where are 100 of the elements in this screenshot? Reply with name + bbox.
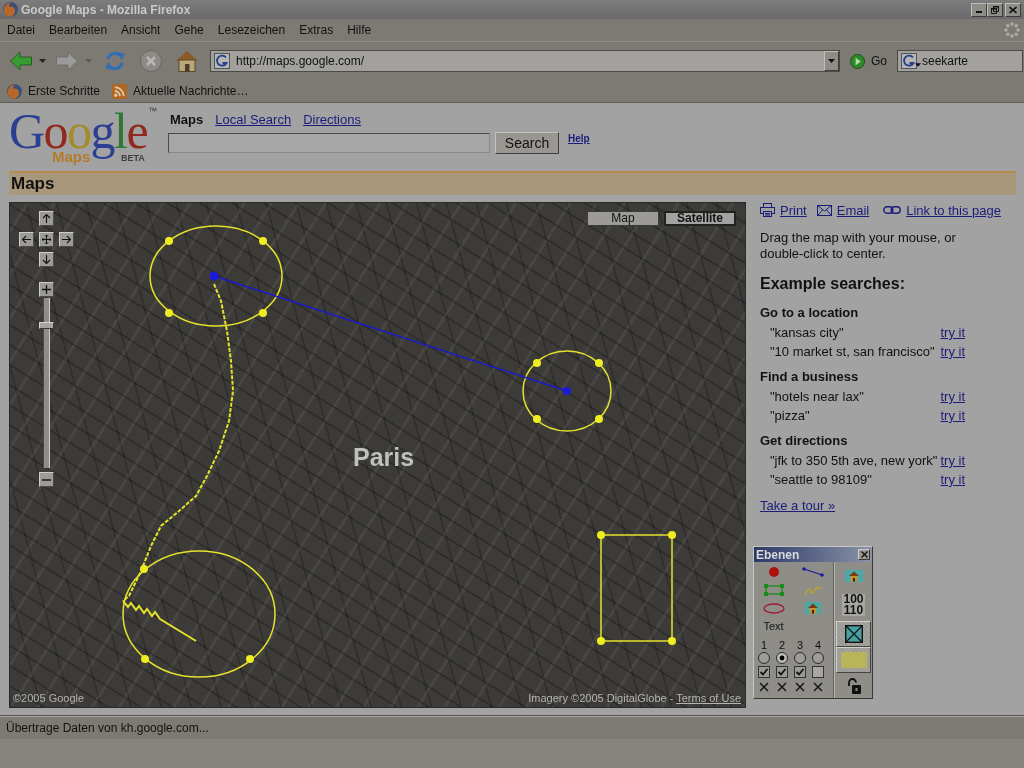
palette-close-button[interactable] [858,549,870,560]
bookmark-link[interactable]: Erste Schritte [28,84,101,98]
delete-icon[interactable] [795,682,805,692]
zoom-slider-thumb[interactable] [39,322,54,330]
menu-item[interactable]: Lesezeichen [210,23,293,37]
zoom-out-button[interactable] [39,472,54,487]
pan-left-button[interactable] [19,232,34,247]
globe-icon [3,2,18,17]
menu-item[interactable]: Datei [0,23,42,37]
try-it-link[interactable]: try it [940,451,966,470]
pan-right-button[interactable] [59,232,74,247]
example-group-title: Get directions [760,432,849,450]
bookmark-link[interactable]: Aktuelle Nachrichte… [133,84,249,98]
window-title: Google Maps - Mozilla Firefox [21,2,191,17]
example-query: "pizza" [769,407,811,425]
route-line[interactable] [122,283,234,602]
help-link[interactable]: Help [568,133,590,144]
close-icon [1009,5,1017,14]
crossbox-button[interactable] [836,621,871,647]
recenter-button[interactable] [39,232,54,247]
tour-link[interactable]: Take a tour » [760,498,836,514]
search-tab[interactable]: Local Search [215,112,292,127]
caret-icon [38,59,46,63]
status-text: Übertrage Daten von kh.google.com... [6,721,209,735]
map-type-button[interactable]: Satellite [664,211,736,226]
examples-heading: Example searches: [760,274,906,294]
try-it-link[interactable]: try it [940,342,966,361]
try-it-link[interactable]: try it [940,470,966,489]
four-arrows-icon [42,235,51,244]
web-search-field[interactable]: seekarte [897,50,1023,72]
try-it-link[interactable]: try it [940,323,966,342]
open-padlock-icon [846,677,861,694]
terms-link[interactable]: Terms of Use [676,692,741,704]
close-button[interactable] [1005,2,1021,17]
text-tool[interactable]: Text [763,620,784,632]
menu-item[interactable]: Hilfe [340,23,379,37]
go-button[interactable]: Go [850,53,887,69]
minimize-button[interactable] [971,2,987,17]
delete-icon[interactable] [777,682,787,692]
city-label: Paris [353,443,415,471]
line-tool-icon[interactable] [801,567,824,577]
arrow-left-icon [22,235,31,244]
search-tab[interactable]: Directions [303,112,361,127]
circle-annotation[interactable] [522,350,612,432]
globe-icon [7,83,22,99]
example-query: "10 market st, san francisco" [769,343,936,361]
arrow-down-icon [42,255,51,264]
layer-checkbox[interactable] [776,666,788,678]
layer-radio[interactable] [776,652,788,664]
layer-number: 4 [814,639,822,651]
try-it-link[interactable]: try it [940,406,966,425]
layer-checkbox[interactable] [794,666,806,678]
example-query: "hotels near lax" [769,388,865,406]
search-tab[interactable]: Maps [170,112,204,127]
try-it-link[interactable]: try it [940,387,966,406]
favicon-icon [214,53,230,69]
menu-item[interactable]: Ansicht [114,23,168,37]
print-link[interactable]: Print [780,202,807,218]
swatch-button[interactable] [836,647,871,673]
minimize-icon [976,11,982,13]
pan-up-button[interactable] [39,211,54,226]
layer-radio[interactable] [794,652,806,664]
swatch-icon [840,652,867,668]
search-text: seekarte [922,54,969,68]
address-field[interactable]: http://maps.google.com/ [210,50,840,72]
address-dropdown-button[interactable] [824,51,839,71]
caret-icon[interactable] [915,63,921,67]
search-button[interactable]: Search [495,132,559,154]
minus-icon [42,478,51,481]
rectangle-annotation[interactable] [597,531,676,645]
pan-down-button[interactable] [39,252,54,267]
permalink[interactable]: Link to this page [906,202,1001,218]
envelope-icon [816,204,832,216]
house-icon [844,570,863,582]
menu-item[interactable]: Bearbeiten [42,23,115,37]
restore-button[interactable] [987,2,1003,17]
example-group-title: Find a business [760,368,860,386]
layer-checkbox[interactable] [758,666,770,678]
map-hint-text: Drag the map with your mouse, or double-click to center. [760,230,957,262]
rss-feed-icon [112,83,128,99]
satellite-photo-placeholder[interactable]: Map Satellite Paris ©2005 Google Imagery ©2005 DigitalGlobe - Terms of Use [9,202,746,708]
spinner-icon [1004,22,1020,38]
layer-radio[interactable] [812,652,824,664]
zoom-in-button[interactable] [39,282,54,297]
home-button[interactable] [174,48,200,74]
beta-label: BETA [121,153,145,163]
search-input[interactable] [168,133,490,153]
layer-radio[interactable] [758,652,770,664]
layer-checkbox[interactable] [812,666,824,678]
delete-icon[interactable] [759,682,769,692]
layer-number: 2 [778,639,786,651]
delete-icon[interactable] [813,682,823,692]
menu-item[interactable]: Extras [292,23,341,37]
map-type-button[interactable]: Map [587,211,659,226]
zigzag-line[interactable] [122,600,197,642]
menu-item[interactable]: Gehe [167,23,211,37]
circle-annotation[interactable] [149,225,283,327]
email-link[interactable]: Email [836,202,870,218]
circle-annotation[interactable] [122,550,276,678]
house-tool-icon[interactable] [804,602,821,614]
